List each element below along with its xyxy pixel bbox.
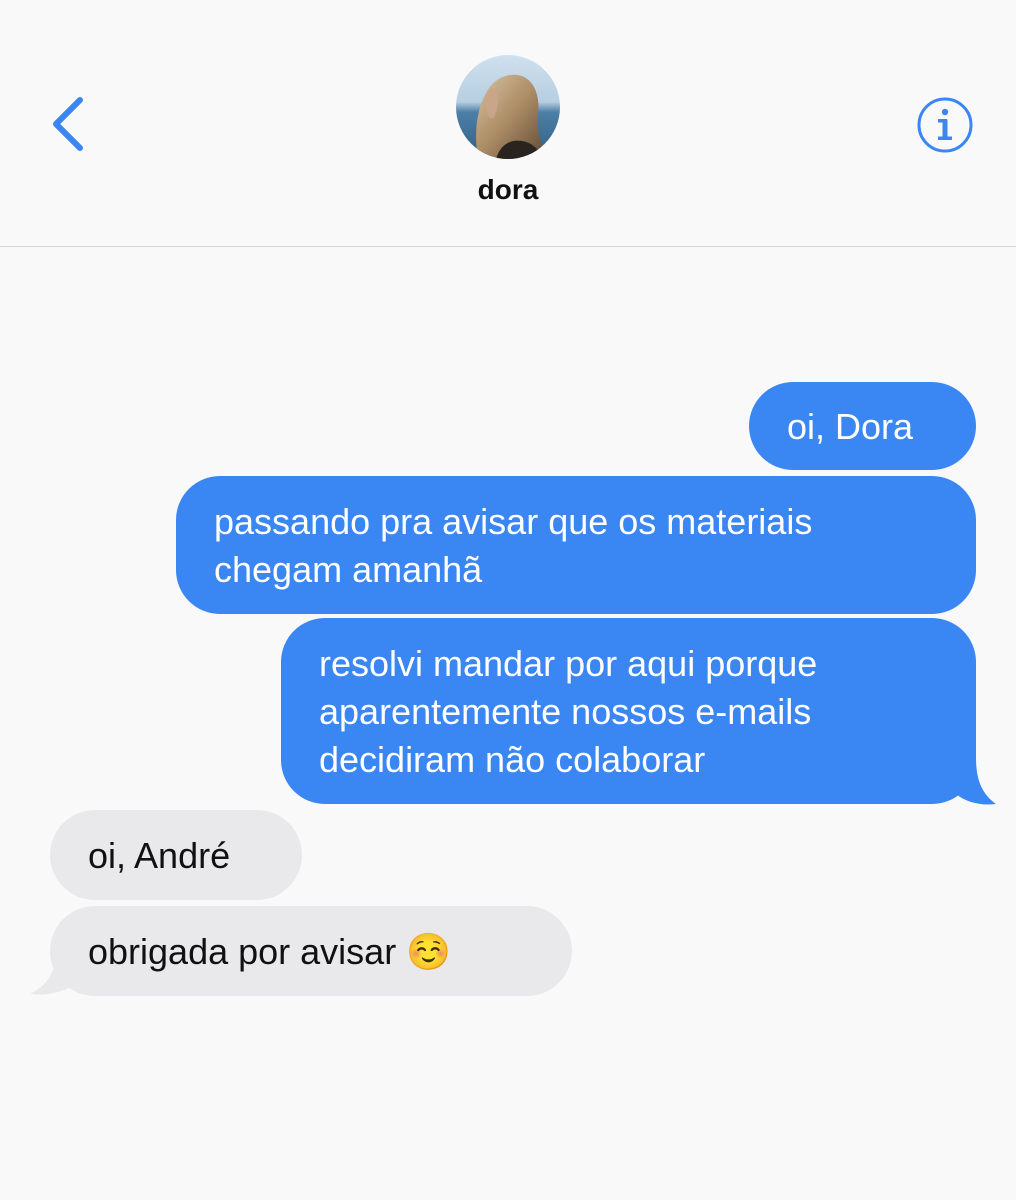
message-bubble-outgoing[interactable]: passando pra avisar que os materiais che… xyxy=(176,476,976,614)
message-bubble-incoming[interactable]: obrigada por avisar ☺️ xyxy=(50,906,572,996)
conversation-header: dora xyxy=(0,0,1016,247)
message-bubble-incoming[interactable]: oi, André xyxy=(50,810,302,900)
chevron-left-icon xyxy=(53,97,83,151)
contact-name[interactable]: dora xyxy=(0,172,1016,208)
avatar-photo xyxy=(456,55,560,159)
message-bubble-outgoing[interactable]: resolvi mandar por aqui porque aparentem… xyxy=(281,618,976,804)
info-circle-icon xyxy=(917,97,973,153)
back-button[interactable] xyxy=(40,90,100,160)
info-button[interactable] xyxy=(916,96,974,154)
outgoing-bubble-tail xyxy=(946,758,996,805)
message-bubble-outgoing[interactable]: oi, Dora xyxy=(749,382,976,470)
contact-avatar[interactable] xyxy=(456,55,560,159)
incoming-bubble-tail xyxy=(30,948,86,995)
